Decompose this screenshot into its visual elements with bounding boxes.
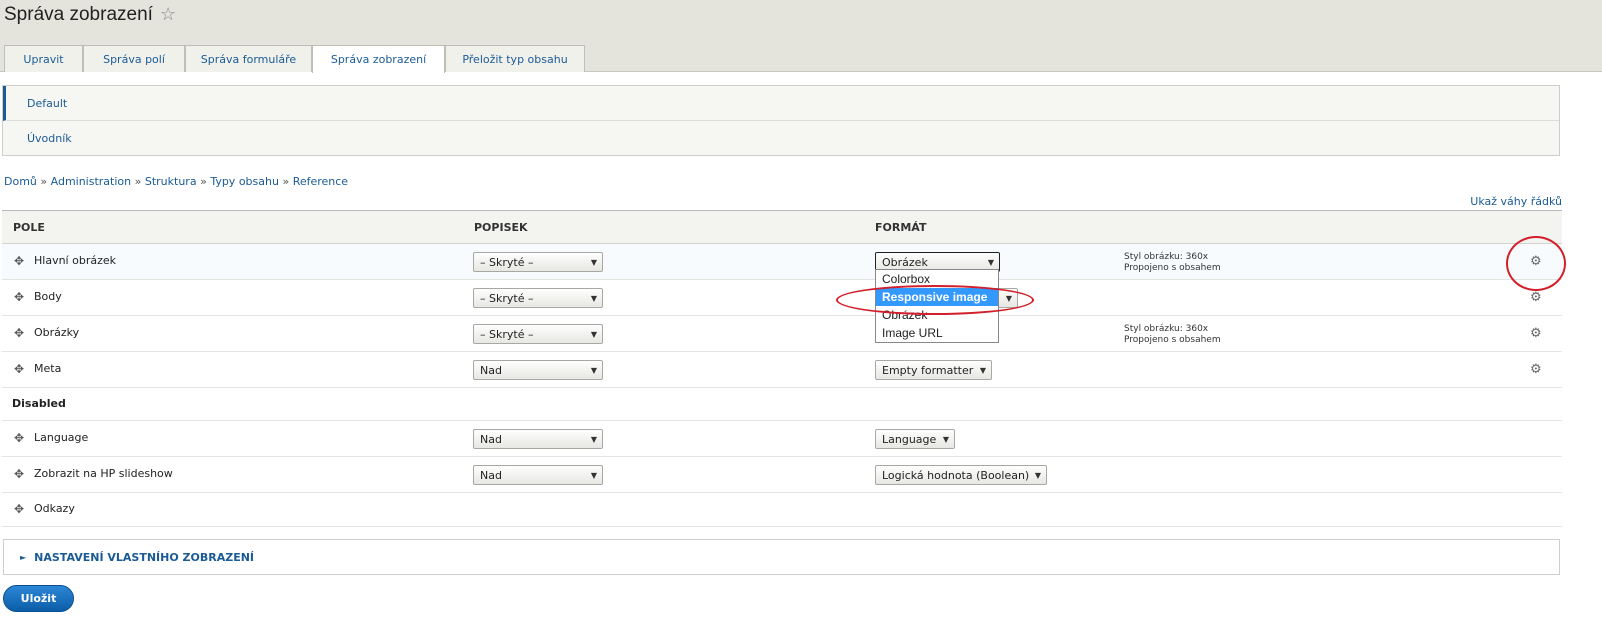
drag-handle-icon[interactable]: ✥ bbox=[14, 467, 24, 481]
page-title: Správa zobrazení bbox=[4, 4, 153, 25]
drag-handle-icon[interactable]: ✥ bbox=[14, 254, 24, 268]
field-name: Meta bbox=[34, 362, 62, 375]
table-row: ✥ Meta Nad ▼ Empty formatter ▼ ⚙ bbox=[2, 352, 1562, 388]
column-header-label: POPISEK bbox=[474, 221, 528, 234]
format-select[interactable]: Logická hodnota (Boolean) ▼ bbox=[875, 465, 1047, 485]
details-summary-label: NASTAVENÍ VLASTNÍHO ZOBRAZENÍ bbox=[34, 550, 255, 564]
label-select[interactable]: Nad ▼ bbox=[473, 360, 603, 380]
page-header: Správa zobrazení ☆ Upravit Správa polí S… bbox=[0, 0, 1602, 73]
table-row: ✥ Body – Skryté – ▼ ▼ ⚙ bbox=[2, 280, 1562, 316]
format-select-value: Logická hodnota (Boolean) bbox=[882, 468, 1030, 482]
breadcrumb-link-reference[interactable]: Reference bbox=[293, 175, 348, 188]
label-select-value: Nad bbox=[480, 468, 502, 482]
tab-sprava-formulare[interactable]: Správa formuláře bbox=[185, 45, 312, 72]
summary-line: Propojeno s obsahem bbox=[1124, 335, 1221, 345]
field-display-table: POLE POPISEK FORMÁT ✥ Hlavní obrázek – S… bbox=[2, 210, 1562, 527]
summary-line: Propojeno s obsahem bbox=[1124, 263, 1221, 273]
table-header: POLE POPISEK FORMÁT bbox=[2, 211, 1562, 244]
chevron-down-icon: ▼ bbox=[590, 294, 597, 303]
dropdown-option-responsive-image[interactable]: Responsive image bbox=[876, 288, 998, 306]
format-select-value: Obrázek bbox=[882, 255, 928, 269]
drag-handle-icon[interactable]: ✥ bbox=[14, 502, 24, 516]
label-select-value: Nad bbox=[480, 363, 502, 377]
gear-icon[interactable]: ⚙ bbox=[1530, 254, 1542, 269]
dropdown-option-image-url[interactable]: Image URL bbox=[876, 324, 998, 342]
field-name: Obrázky bbox=[34, 326, 80, 339]
subtab-default[interactable]: Default bbox=[3, 86, 1559, 121]
drag-handle-icon[interactable]: ✥ bbox=[14, 431, 24, 445]
table-row: ✥ Obrázky – Skryté – ▼ Styl obrázku: 360… bbox=[2, 316, 1562, 352]
label-select-value: Nad bbox=[480, 432, 502, 446]
chevron-down-icon: ▼ bbox=[590, 330, 597, 339]
table-row: ✥ Zobrazit na HP slideshow Nad ▼ Logická… bbox=[2, 457, 1562, 493]
drag-handle-icon[interactable]: ✥ bbox=[14, 326, 24, 340]
tab-prelozit-typ-obsahu[interactable]: Přeložit typ obsahu bbox=[445, 45, 585, 72]
dropdown-option-obrazek[interactable]: Obrázek bbox=[876, 306, 998, 324]
region-title: Disabled bbox=[12, 397, 66, 410]
column-header-field: POLE bbox=[13, 221, 45, 234]
breadcrumb-separator: » bbox=[134, 175, 142, 188]
dropdown-option-colorbox[interactable]: Colorbox bbox=[876, 270, 998, 288]
gear-icon[interactable]: ⚙ bbox=[1530, 362, 1542, 377]
format-summary: Styl obrázku: 360x Propojeno s obsahem bbox=[1124, 252, 1221, 274]
chevron-down-icon: ▼ bbox=[987, 258, 994, 267]
label-select[interactable]: – Skryté – ▼ bbox=[473, 252, 603, 272]
breadcrumb-link-typy-obsahu[interactable]: Typy obsahu bbox=[210, 175, 279, 188]
label-select-value: – Skryté – bbox=[480, 327, 534, 341]
gear-icon[interactable]: ⚙ bbox=[1530, 290, 1542, 305]
label-select-value: – Skryté – bbox=[480, 255, 534, 269]
format-select[interactable]: Empty formatter ▼ bbox=[875, 360, 992, 380]
region-disabled: Disabled bbox=[2, 388, 1562, 421]
show-row-weights-link[interactable]: Ukaž váhy řádků bbox=[1470, 195, 1562, 208]
format-select-value: Language bbox=[882, 432, 937, 446]
tab-upravit[interactable]: Upravit bbox=[4, 45, 83, 72]
label-select[interactable]: Nad ▼ bbox=[473, 465, 603, 485]
breadcrumb: Domů » Administration » Struktura » Typy… bbox=[4, 175, 348, 188]
format-dropdown-list: Colorbox Responsive image Obrázek Image … bbox=[875, 269, 999, 343]
chevron-down-icon: ▼ bbox=[590, 366, 597, 375]
chevron-down-icon: ▼ bbox=[942, 435, 949, 444]
format-summary: Styl obrázku: 360x Propojeno s obsahem bbox=[1124, 324, 1221, 346]
subtab-uvodnik[interactable]: Úvodník bbox=[3, 121, 1559, 156]
breadcrumb-link-home[interactable]: Domů bbox=[4, 175, 37, 188]
triangle-right-icon: ► bbox=[20, 552, 27, 562]
chevron-down-icon: ▼ bbox=[1005, 294, 1012, 303]
label-select[interactable]: – Skryté – ▼ bbox=[473, 288, 603, 308]
tab-sprava-zobrazeni[interactable]: Správa zobrazení bbox=[312, 45, 445, 73]
table-row: ✥ Language Nad ▼ Language ▼ bbox=[2, 421, 1562, 457]
summary-line: Styl obrázku: 360x bbox=[1124, 252, 1209, 262]
table-row: ✥ Odkazy bbox=[2, 493, 1562, 527]
label-select[interactable]: Nad ▼ bbox=[473, 429, 603, 449]
custom-display-settings[interactable]: ► NASTAVENÍ VLASTNÍHO ZOBRAZENÍ bbox=[3, 539, 1560, 575]
chevron-down-icon: ▼ bbox=[590, 435, 597, 444]
field-name: Odkazy bbox=[34, 502, 75, 515]
display-mode-tabs: Default Úvodník bbox=[2, 85, 1560, 156]
column-header-format: FORMÁT bbox=[875, 221, 927, 234]
chevron-down-icon: ▼ bbox=[590, 471, 597, 480]
save-button[interactable]: Uložit bbox=[3, 585, 74, 612]
label-select-value: – Skryté – bbox=[480, 291, 534, 305]
breadcrumb-link-struktura[interactable]: Struktura bbox=[145, 175, 197, 188]
gear-icon[interactable]: ⚙ bbox=[1530, 326, 1542, 341]
format-select-value: Empty formatter bbox=[882, 363, 974, 377]
label-select[interactable]: – Skryté – ▼ bbox=[473, 324, 603, 344]
field-name: Language bbox=[34, 431, 89, 444]
drag-handle-icon[interactable]: ✥ bbox=[14, 362, 24, 376]
tab-sprava-poli[interactable]: Správa polí bbox=[83, 45, 185, 72]
summary-line: Styl obrázku: 360x bbox=[1124, 324, 1209, 334]
chevron-down-icon: ▼ bbox=[590, 258, 597, 267]
breadcrumb-separator: » bbox=[200, 175, 207, 188]
drag-handle-icon[interactable]: ✥ bbox=[14, 290, 24, 304]
field-name: Hlavní obrázek bbox=[34, 254, 116, 267]
field-name: Body bbox=[34, 290, 62, 303]
breadcrumb-link-administration[interactable]: Administration bbox=[51, 175, 132, 188]
star-icon[interactable]: ☆ bbox=[160, 4, 176, 25]
table-row: ✥ Hlavní obrázek – Skryté – ▼ Obrázek ▼ … bbox=[2, 244, 1562, 280]
field-name: Zobrazit na HP slideshow bbox=[34, 467, 173, 480]
breadcrumb-separator: » bbox=[282, 175, 290, 188]
breadcrumb-separator: » bbox=[40, 175, 48, 188]
chevron-down-icon: ▼ bbox=[1034, 471, 1041, 480]
format-select[interactable]: Language ▼ bbox=[875, 429, 955, 449]
chevron-down-icon: ▼ bbox=[979, 366, 986, 375]
